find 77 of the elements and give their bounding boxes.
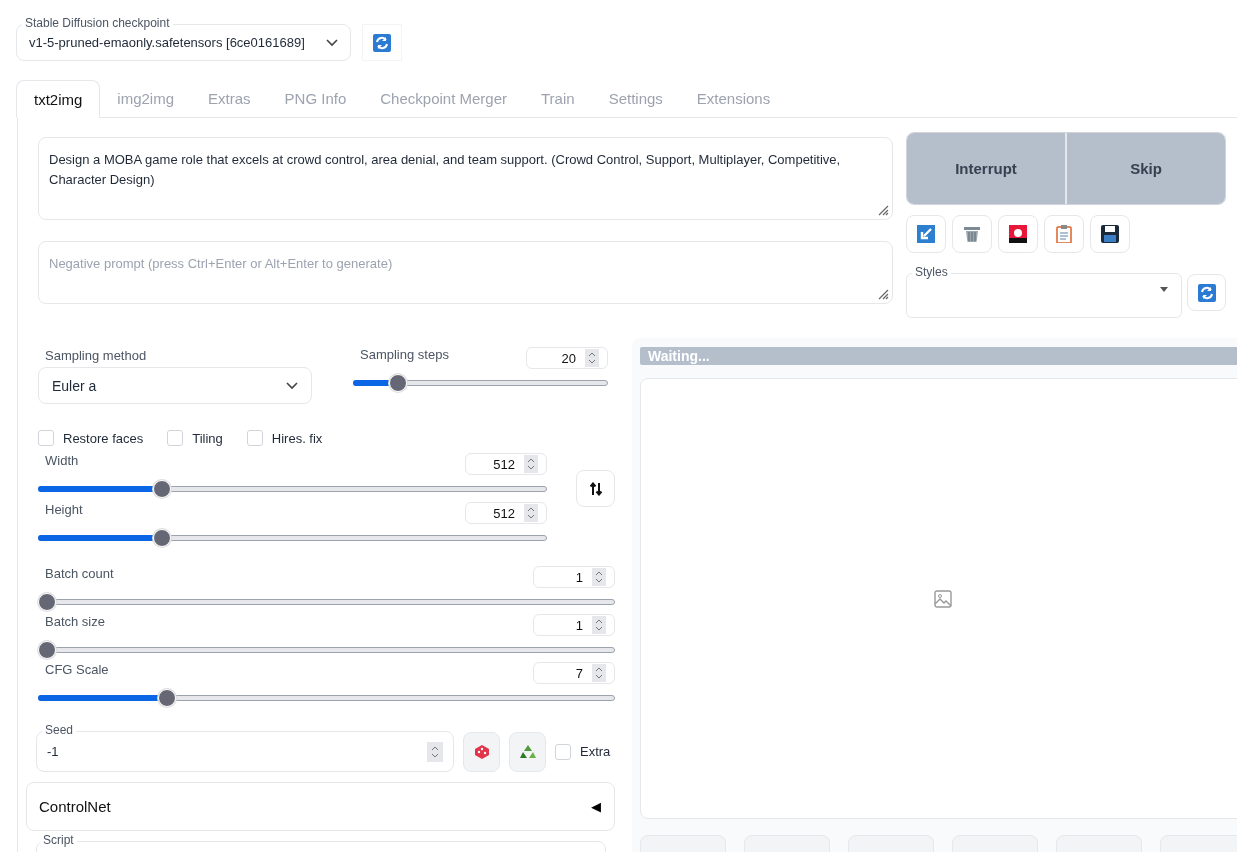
paste-button[interactable]	[906, 215, 946, 253]
spinner-icon	[592, 568, 606, 586]
checkpoint-label: Stable Diffusion checkpoint	[22, 16, 173, 30]
number-field[interactable]: 512	[465, 453, 548, 475]
trash-icon	[963, 225, 981, 243]
controlnet-panel[interactable]: ControlNet ◀	[26, 782, 615, 831]
chevron-down-icon	[286, 381, 298, 390]
image-button[interactable]	[998, 215, 1038, 253]
script-label: Script	[40, 833, 77, 847]
slider-track[interactable]	[38, 640, 615, 660]
checkbox[interactable]	[167, 430, 184, 446]
slider-handle[interactable]	[38, 641, 56, 659]
tab[interactable]: txt2img	[16, 80, 101, 118]
refresh-icon	[1197, 283, 1216, 302]
collapse-toggle[interactable]: ◀	[591, 799, 601, 814]
spinner-icon	[592, 664, 606, 682]
slider-handle[interactable]	[388, 374, 407, 392]
sampling-steps-label: Sampling steps	[360, 347, 449, 362]
prompt-field[interactable]: Design a MOBA game role that excels at crowd control, area denial, and team support. (Crowd Control, Support, Multiplayer, Competitive, Character Design)	[38, 137, 893, 220]
progress-status: Waiting...	[640, 347, 1237, 365]
spinner-icon	[585, 349, 599, 367]
spinner-icon	[592, 616, 606, 634]
chevron-down-icon	[326, 38, 338, 47]
swap-arrows-icon	[589, 481, 602, 496]
checkbox-label: Extra	[580, 744, 611, 759]
trash-button[interactable]	[952, 215, 992, 253]
slider-track[interactable]	[38, 592, 615, 612]
slider-label: Batch size	[45, 614, 105, 629]
swap-button[interactable]	[576, 470, 615, 507]
checkbox[interactable]	[555, 743, 571, 760]
refresh-icon	[373, 33, 391, 52]
slider-label: Height	[45, 502, 83, 517]
dice-icon	[473, 743, 490, 760]
styles-label: Styles	[912, 265, 951, 279]
number-field[interactable]: 7	[533, 662, 615, 684]
image-icon	[1009, 225, 1027, 243]
slider-label: Batch count	[45, 566, 114, 581]
number-field[interactable]: 1	[533, 614, 615, 636]
slider-handle[interactable]	[153, 529, 172, 547]
checkbox-label: Tiling	[192, 430, 223, 446]
sampling-method-label: Sampling method	[44, 348, 148, 363]
refresh-button[interactable]	[362, 24, 402, 61]
resize-grip-icon	[877, 204, 889, 216]
resize-grip-icon	[877, 288, 889, 300]
slider-handle[interactable]	[38, 593, 56, 611]
spinner-icon	[524, 504, 539, 522]
slider-track[interactable]	[353, 373, 608, 393]
checkbox[interactable]	[38, 430, 54, 446]
controlnet-title: ControlNet	[39, 798, 111, 815]
slider-label: Width	[45, 453, 79, 468]
slider-track[interactable]	[38, 528, 548, 548]
seed-label: Seed	[42, 723, 77, 737]
refresh-button[interactable]	[1187, 274, 1226, 311]
skip-button[interactable]: Skip	[1065, 133, 1225, 204]
clipboard-icon	[1056, 225, 1072, 243]
slider-handle[interactable]	[153, 480, 172, 498]
slider-handle[interactable]	[158, 689, 177, 707]
dice-button[interactable]	[463, 731, 500, 772]
clipboard-button[interactable]	[1044, 215, 1084, 253]
recycle-button[interactable]	[509, 731, 546, 772]
spinner-icon	[427, 741, 443, 762]
sampling-method-dropdown[interactable]: Euler a	[38, 367, 312, 404]
save-button[interactable]	[1090, 215, 1130, 253]
interrupt-button[interactable]: Interrupt	[907, 133, 1065, 204]
checkbox-label: Restore faces	[63, 430, 144, 446]
number-field[interactable]: 512	[465, 502, 548, 524]
caret-icon	[1160, 287, 1168, 292]
checkbox-label: Hires. fix	[271, 430, 323, 446]
arrow-icon	[917, 225, 935, 243]
spinner-icon	[524, 455, 539, 473]
number-field[interactable]: 1	[533, 566, 615, 588]
slider-track[interactable]	[38, 479, 548, 499]
slider-label: CFG Scale	[45, 662, 109, 677]
checkbox[interactable]	[246, 430, 263, 446]
slider-track[interactable]	[38, 688, 615, 708]
number-field[interactable]: 20	[526, 347, 608, 369]
image-placeholder-icon	[934, 589, 952, 608]
